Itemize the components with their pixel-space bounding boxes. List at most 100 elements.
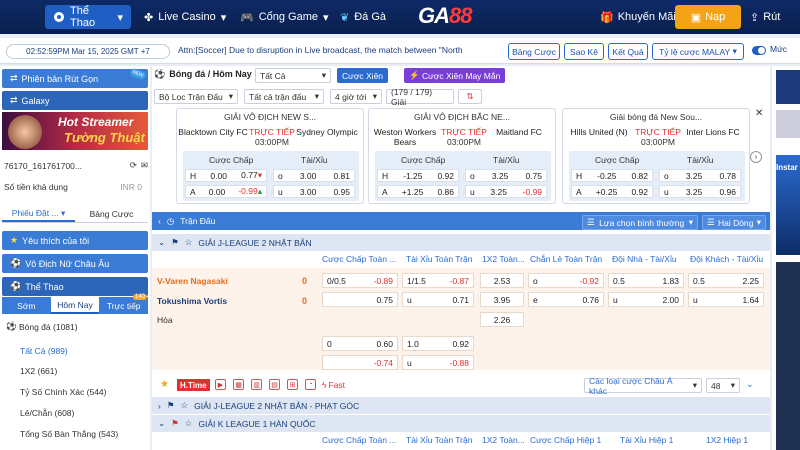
bet-type-all[interactable]: Tất Cả (989) [20,346,68,356]
refresh-icon[interactable]: ⟳ [130,160,137,171]
odd-cell[interactable]: u 2.00 [608,292,684,307]
odd-cell[interactable]: A 0.00 -0.99▴ [185,185,267,198]
tab-early[interactable]: Sớm [2,297,51,314]
nav-tab-cockfight[interactable]: ❦ Đá Gà [332,5,394,29]
odd-cell[interactable]: 0.75 [322,292,398,307]
market-count-select[interactable]: 48 ▾ [706,378,740,393]
odd-cell[interactable]: u 0.71 [402,292,474,307]
sort-icon[interactable]: ⇅ [458,89,482,104]
odd-cell[interactable]: 2.53 [480,273,524,288]
star-icon[interactable]: ★ [160,379,169,390]
announcement-marquee[interactable]: Attn:[Soccer] Due to disruption in Live … [178,45,498,55]
league-row[interactable]: › ⚑ ☆ GIẢI J-LEAGUE 2 NHẬT BẢN - PHẠT GÓC [152,397,770,414]
odd-cell[interactable]: 1.0 0.92 [402,336,474,351]
sort-mode-select[interactable]: ☰ Lựa chọn bình thường ▾ [582,215,698,230]
away-team[interactable]: Tokushima Vortis [157,296,227,306]
close-icon[interactable]: ✕ [755,108,763,119]
tab-today[interactable]: Hôm Nay [50,297,100,314]
fast-market-link[interactable]: ϟ Fast [322,380,345,390]
league-row[interactable]: ⌄ ⚑ ☆ GIẢI K LEAGUE 1 HÀN QUỐC [152,415,770,432]
odd-cell[interactable]: u 1.64 [688,292,764,307]
odd-cell[interactable]: 2.26 [480,312,524,327]
promo-thumbnail[interactable] [776,110,800,138]
star-icon[interactable]: ☆ [180,400,188,411]
odds-toggle[interactable] [752,46,766,55]
stats-icon[interactable]: ▥ [251,379,262,390]
match-filter-select[interactable]: Tất cả trận đấu ▾ [244,89,324,104]
odd-cell[interactable]: H -0.25 0.82 [571,169,653,182]
results-button[interactable]: Kết Quả [608,43,648,60]
odd-cell[interactable]: u 3.25 0.96 [659,185,741,198]
deposit-button[interactable]: ▣ Nạp [675,5,741,29]
promo-thumbnail[interactable] [776,70,800,104]
brand-logo[interactable]: GA88 [418,3,504,31]
odd-cell[interactable]: H 0.00 0.77▾ [185,169,267,182]
statement-button[interactable]: Sao Kê [564,43,604,60]
odd-cell[interactable]: 0.5 1.83 [608,273,684,288]
instar-panel[interactable]: Instar [776,155,800,255]
pitch-icon[interactable]: ⊞ [287,379,298,390]
home-team[interactable]: V-Varen Nagasaki [157,276,228,286]
lucky-parlay-button[interactable]: ⚡ Cược Xiên May Mắn [404,68,506,83]
odd-cell[interactable]: u 3.00 0.95 [273,185,355,198]
lite-version-link[interactable]: ⇄ Phiên bản Rút Gọn NEW [2,67,148,88]
match-card[interactable]: Giải bóng đá New Sou... Hills United (N)… [562,108,750,204]
history-icon[interactable]: ◔ [305,379,316,390]
grid-icon[interactable]: ▦ [233,379,244,390]
odd-cell[interactable]: 0.5 2.25 [688,273,764,288]
odd-cell[interactable]: 1/1.5 -0.87 [402,273,474,288]
odd-cell[interactable]: H -1.25 0.92 [377,169,459,182]
message-icon[interactable]: ✉ [141,160,148,171]
odd-cell[interactable]: u -0.88 [402,355,474,370]
collapse-icon[interactable]: ‹ [158,216,161,227]
expand-icon[interactable]: ⌄ [746,379,754,390]
chart-icon[interactable]: ▤ [269,379,280,390]
odd-cell[interactable]: -0.74 [322,355,398,370]
star-icon[interactable]: ☆ [185,418,193,429]
womens-euro-link[interactable]: ⚽ Vô Địch Nữ Châu Âu [2,254,148,273]
promo-link[interactable]: 🎁 Khuyến Mãi [600,5,676,29]
tab-live[interactable]: Trực tiếp 140 [99,294,148,314]
bet-type-correct-score[interactable]: Tỷ Số Chính Xác (544) [20,387,106,397]
parlay-button[interactable]: Cược Xiên [337,68,389,83]
league-filter-select[interactable]: Bộ Lọc Trận Đấu ▾ [154,89,238,104]
match-card[interactable]: GIẢI VÔ ĐỊCH NEW S... Blacktown City FC … [176,108,364,204]
match-card[interactable]: GIẢI VÔ ĐỊCH BẮC NE... Weston Workers Be… [368,108,556,204]
favorites-link[interactable]: ★ Yêu thích của tôi [2,231,148,250]
bet-type-odd-even[interactable]: Lẻ/Chẵn (608) [20,408,74,418]
star-icon[interactable]: ☆ [185,237,193,248]
play-icon[interactable]: ▶ [215,379,226,390]
odds-type-select[interactable]: Tỷ lệ cược MALAY ▾ [652,43,744,60]
odd-cell[interactable]: 3.95 [480,292,524,307]
odd-cell[interactable]: o -0.92 [528,273,604,288]
odd-cell[interactable]: A +0.25 0.92 [571,185,653,198]
sport-item-football[interactable]: ⚽ Bóng đá (1081) [6,321,150,332]
bet-type-1x2[interactable]: 1X2 (661) [20,366,57,376]
bet-type-total-goals[interactable]: Tổng Số Bàn Thắng (543) [20,429,118,439]
line-mode-select[interactable]: ☰ Hai Dòng ▾ [702,215,766,230]
odd-cell[interactable]: 0 0.60 [322,336,398,351]
sports-header[interactable]: ⚽ Thể Thao [2,277,148,296]
odd-cell[interactable]: o 3.25 0.78 [659,169,741,182]
streamer-banner[interactable]: Hot Streamer Tường Thuật [2,112,148,150]
odd-cell[interactable]: e 0.76 [528,292,604,307]
league-row[interactable]: ⌄ ⚑ ☆ GIẢI J-LEAGUE 2 NHẬT BẢN [152,234,770,251]
tab-bet-slip[interactable]: Phiếu Đặt ... ▾ [2,206,75,222]
promo-thumbnail[interactable] [776,262,800,450]
nav-tab-games[interactable]: 🎮 Cổng Game ▾ [232,5,337,29]
time-filter-select[interactable]: 4 giờ tới ▾ [330,89,382,104]
odd-cell[interactable]: o 3.00 0.81 [273,169,355,182]
tab-bet-table[interactable]: Bảng Cược [75,206,148,222]
odd-cell[interactable]: o 3.25 0.75 [465,169,547,182]
bet-list-button[interactable]: Bảng Cược [508,43,560,60]
odd-cell[interactable]: 0/0.5 -0.89 [322,273,398,288]
withdraw-button[interactable]: ⇪ Rút [750,5,795,29]
asian-markets-select[interactable]: Các loại cược Châu Á khác ▾ [584,376,702,396]
nav-tab-sports[interactable]: Thể Thao ▾ [45,5,131,29]
odd-cell[interactable]: u 3.25 -0.99 [465,185,547,198]
market-select[interactable]: Tất Cả ▾ [255,68,331,83]
galaxy-link[interactable]: ⇄ Galaxy [2,91,148,110]
chevron-right-icon[interactable]: › [750,151,762,163]
nav-tab-live-casino[interactable]: ✤ Live Casino ▾ [136,5,234,29]
odd-cell[interactable]: A +1.25 0.86 [377,185,459,198]
